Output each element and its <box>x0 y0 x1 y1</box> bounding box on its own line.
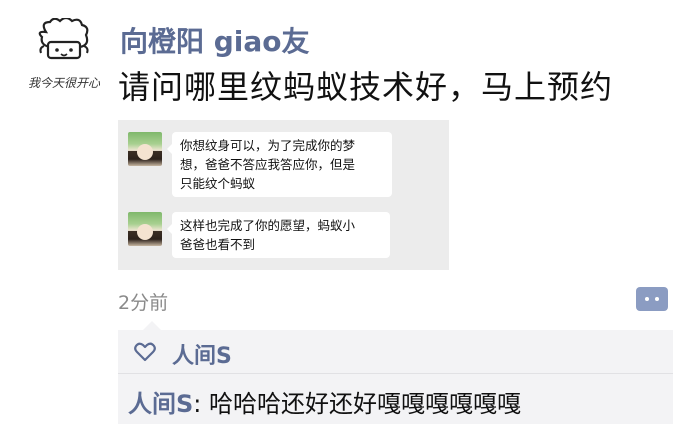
chat-avatar <box>128 212 162 246</box>
comment-item[interactable]: 人间S: 哈哈哈还好还好嘎嘎嘎嘎嘎嘎 <box>118 374 673 424</box>
chat-avatar <box>128 132 162 166</box>
chat-bubble: 这样也完成了你的愿望，蚂蚁小 爸爸也看不到 <box>167 212 390 258</box>
likes-bar: 人间S <box>118 330 673 373</box>
liker-name[interactable]: 人间S <box>172 338 232 370</box>
heart-icon <box>134 342 156 362</box>
post-username[interactable]: 向橙阳 giao友 <box>120 20 310 60</box>
avatar[interactable]: 我今天很开心 <box>22 18 106 96</box>
comment-author[interactable]: 人间S <box>128 390 193 418</box>
chat-bubble: 你想纹身可以，为了完成你的梦 想，爸爸不答应我答应你，但是 只能纹个蚂蚁 <box>167 132 392 197</box>
post-time: 2分前 <box>118 292 169 314</box>
chat-line: 这样也完成了你的愿望，蚂蚁小 <box>180 218 356 233</box>
avatar-caption: 我今天很开心 <box>27 76 100 90</box>
chat-line: 爸爸也看不到 <box>180 237 256 252</box>
chat-line: 只能纹个蚂蚁 <box>180 176 256 191</box>
cartoon-sheep-icon <box>38 18 89 60</box>
dot-icon <box>655 297 659 301</box>
moments-post: 我今天很开心 向橙阳 giao友 请问哪里纹蚂蚁技术好，马上预约 你想纹身可以，… <box>0 0 690 441</box>
dot-icon <box>645 297 649 301</box>
chat-line: 你想纹身可以，为了完成你的梦 <box>180 138 356 153</box>
post-image[interactable]: 你想纹身可以，为了完成你的梦 想，爸爸不答应我答应你，但是 只能纹个蚂蚁 这样也… <box>118 120 449 270</box>
comment-button[interactable] <box>636 287 668 311</box>
chat-line: 想，爸爸不答应我答应你，但是 <box>180 157 356 172</box>
comment-text: 哈哈哈还好还好嘎嘎嘎嘎嘎嘎 <box>209 390 522 418</box>
post-text: 请问哪里纹蚂蚁技术好，马上预约 <box>118 68 614 106</box>
comment-separator: : <box>193 390 210 418</box>
likes-pointer <box>143 321 161 330</box>
